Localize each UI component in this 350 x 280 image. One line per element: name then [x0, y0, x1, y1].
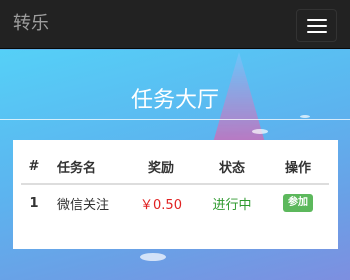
column-header-action: 操作	[267, 150, 329, 185]
task-panel: # 任务名 奖励 状态 操作 1 微信关注 ￥0.50 进行中 参加	[13, 140, 338, 249]
cloud-decoration	[140, 253, 166, 261]
join-button[interactable]: 参加	[283, 194, 313, 212]
task-status: 进行中	[212, 197, 252, 213]
row-index: 1	[29, 195, 39, 211]
column-header-status: 状态	[197, 150, 267, 185]
page-title: 任务大厅	[130, 88, 219, 113]
decorative-line	[0, 119, 350, 120]
hamburger-icon	[307, 31, 327, 33]
column-header-name: 任务名	[47, 150, 125, 185]
column-header-index: #	[21, 150, 47, 185]
action-cell: 参加	[267, 184, 329, 221]
cloud-decoration	[252, 129, 268, 134]
menu-toggle-button[interactable]	[296, 9, 337, 42]
table-header-row: # 任务名 奖励 状态 操作	[21, 150, 329, 185]
hamburger-icon	[307, 25, 327, 27]
brand-logo[interactable]: 转乐	[13, 13, 49, 35]
navbar: 转乐	[0, 0, 350, 49]
task-reward: ￥0.50	[140, 197, 182, 213]
cloud-decoration	[300, 115, 310, 118]
table-row: 1 微信关注 ￥0.50 进行中 参加	[21, 184, 329, 221]
task-name: 微信关注	[57, 197, 110, 213]
task-table: # 任务名 奖励 状态 操作 1 微信关注 ￥0.50 进行中 参加	[21, 150, 329, 221]
column-header-reward: 奖励	[125, 150, 197, 185]
hamburger-icon	[307, 19, 327, 21]
